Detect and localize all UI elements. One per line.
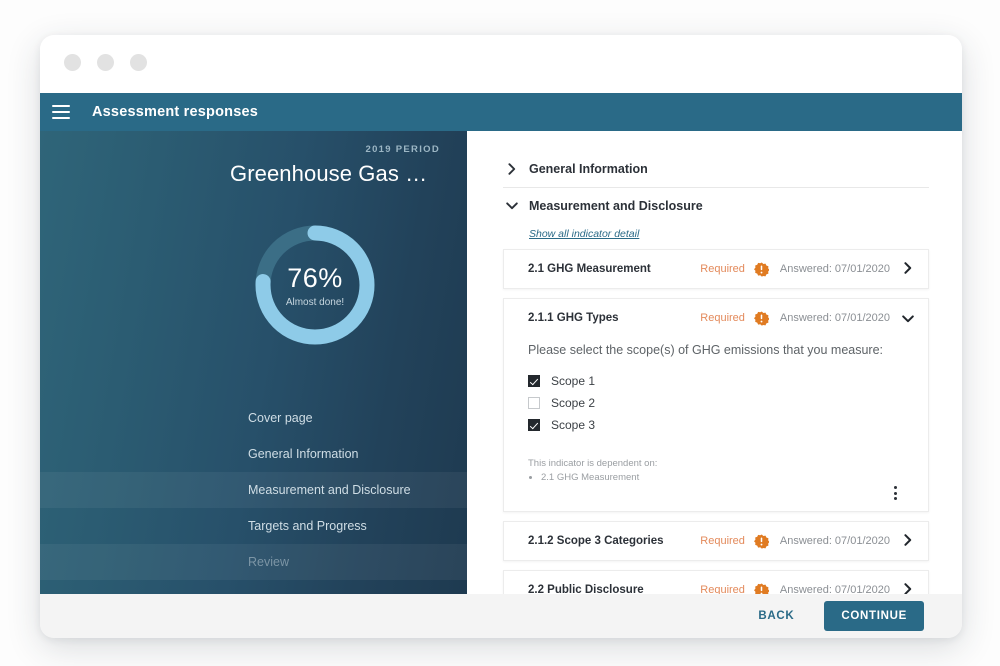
responses-content: General Information Measurement and Disc… (467, 131, 962, 594)
answered-date: Answered: 07/01/2020 (779, 263, 890, 275)
required-label: Required (700, 263, 745, 275)
app-root: Assessment responses 2019 PERIOD Greenho… (0, 0, 1000, 666)
nav-item-cover-page[interactable]: Cover page (40, 400, 467, 436)
section-measurement-and-disclosure[interactable]: Measurement and Disclosure (467, 188, 962, 224)
nav-item-targets-and-progress[interactable]: Targets and Progress (40, 508, 467, 544)
required-alert-icon (753, 534, 770, 549)
minimize-dot[interactable] (97, 54, 114, 71)
nav-item-measurement-and-disclosure[interactable]: Measurement and Disclosure (40, 472, 467, 508)
chevron-right-icon[interactable] (902, 261, 914, 277)
chevron-right-icon (505, 163, 519, 175)
option-scope-2[interactable]: Scope 2 (528, 392, 904, 414)
progress-donut: 76% Almost done! (249, 219, 381, 351)
chevron-down-icon (505, 202, 519, 210)
required-alert-icon (753, 262, 770, 277)
chevron-right-icon[interactable] (902, 582, 914, 594)
option-label: Scope 2 (551, 396, 596, 410)
answered-date: Answered: 07/01/2020 (779, 312, 890, 324)
dependency-item: 2.1 GHG Measurement (541, 472, 904, 483)
window-controls (64, 54, 147, 71)
indicator-header-2-2[interactable]: 2.2 Public Disclosure Required Answered:… (504, 571, 928, 594)
period-label: 2019 PERIOD (365, 144, 440, 155)
show-all-indicator-detail-link[interactable]: Show all indicator detail (529, 228, 639, 240)
progress-percent: 76% (287, 262, 343, 293)
option-scope-1[interactable]: Scope 1 (528, 370, 904, 392)
progress-subtitle: Almost done! (285, 296, 345, 308)
indicator-card-expanded: 2.1.1 GHG Types Required Answered: 07/01… (503, 298, 929, 512)
checkbox-checked-icon[interactable] (528, 419, 540, 431)
maximize-dot[interactable] (130, 54, 147, 71)
progress-donut-center: 76% Almost done! (249, 219, 381, 351)
continue-button[interactable]: CONTINUE (824, 601, 924, 631)
section-label: Measurement and Disclosure (529, 199, 703, 213)
indicator-header-2-1-2[interactable]: 2.1.2 Scope 3 Categories Required Answer… (504, 522, 928, 560)
answered-date: Answered: 07/01/2020 (779, 535, 890, 547)
dependency-list: 2.1 GHG Measurement (528, 472, 904, 483)
nav-item-label: Targets and Progress (248, 519, 367, 533)
hamburger-icon[interactable] (52, 105, 70, 119)
option-label: Scope 1 (551, 374, 596, 388)
option-scope-3[interactable]: Scope 3 (528, 414, 904, 436)
checkbox-unchecked-icon[interactable] (528, 397, 540, 409)
responses-scroll-area[interactable]: General Information Measurement and Disc… (467, 131, 962, 594)
nav-item-label: Measurement and Disclosure (248, 483, 411, 497)
indicator-title: 2.1.2 Scope 3 Categories (528, 535, 664, 547)
required-label: Required (700, 584, 745, 594)
assessment-title: Greenhouse Gas Starter... (230, 161, 440, 186)
page-title: Assessment responses (92, 104, 258, 120)
nav-item-general-information[interactable]: General Information (40, 436, 467, 472)
required-alert-icon (753, 583, 770, 594)
browser-window: Assessment responses 2019 PERIOD Greenho… (40, 35, 962, 638)
indicator-title: 2.2 Public Disclosure (528, 584, 644, 594)
indicator-title: 2.1 GHG Measurement (528, 263, 651, 275)
nav-item-label: Cover page (248, 411, 313, 425)
kebab-menu-icon[interactable] (894, 486, 897, 500)
close-dot[interactable] (64, 54, 81, 71)
required-label: Required (700, 312, 745, 324)
back-button[interactable]: BACK (752, 609, 800, 623)
indicator-card: 2.1 GHG Measurement Required Answered: 0… (503, 249, 929, 289)
indicator-title: 2.1.1 GHG Types (528, 312, 619, 324)
nav-item-label: General Information (248, 447, 359, 461)
required-alert-icon (753, 311, 770, 326)
chevron-down-icon[interactable] (902, 311, 914, 326)
option-label: Scope 3 (551, 418, 596, 432)
assessment-nav: Cover page General Information Measureme… (40, 400, 467, 580)
nav-item-label: Review (248, 555, 289, 569)
required-label: Required (700, 535, 745, 547)
checkbox-checked-icon[interactable] (528, 375, 540, 387)
indicator-body: Please select the scope(s) of GHG emissi… (504, 337, 928, 511)
dependency-note: This indicator is dependent on: (528, 458, 658, 469)
indicator-card: 2.2 Public Disclosure Required Answered:… (503, 570, 929, 594)
question-text: Please select the scope(s) of GHG emissi… (528, 343, 884, 357)
window-titlebar (40, 35, 962, 93)
indicator-card: 2.1.2 Scope 3 Categories Required Answer… (503, 521, 929, 561)
indicator-header-2-1[interactable]: 2.1 GHG Measurement Required Answered: 0… (504, 250, 928, 288)
indicator-header-2-1-1[interactable]: 2.1.1 GHG Types Required Answered: 07/01… (504, 299, 928, 337)
nav-item-review[interactable]: Review (40, 544, 467, 580)
section-label: General Information (529, 162, 648, 176)
section-general-information[interactable]: General Information (467, 151, 962, 187)
chevron-right-icon[interactable] (902, 533, 914, 549)
answered-date: Answered: 07/01/2020 (779, 584, 890, 594)
assessment-summary-panel: 2019 PERIOD Greenhouse Gas Starter... 76… (40, 131, 467, 594)
footer-actions: BACK CONTINUE (40, 594, 962, 638)
assessment-heading: 2019 PERIOD Greenhouse Gas Starter... (230, 144, 440, 187)
app-header-bar: Assessment responses (40, 93, 962, 131)
main-body: 2019 PERIOD Greenhouse Gas Starter... 76… (40, 131, 962, 594)
